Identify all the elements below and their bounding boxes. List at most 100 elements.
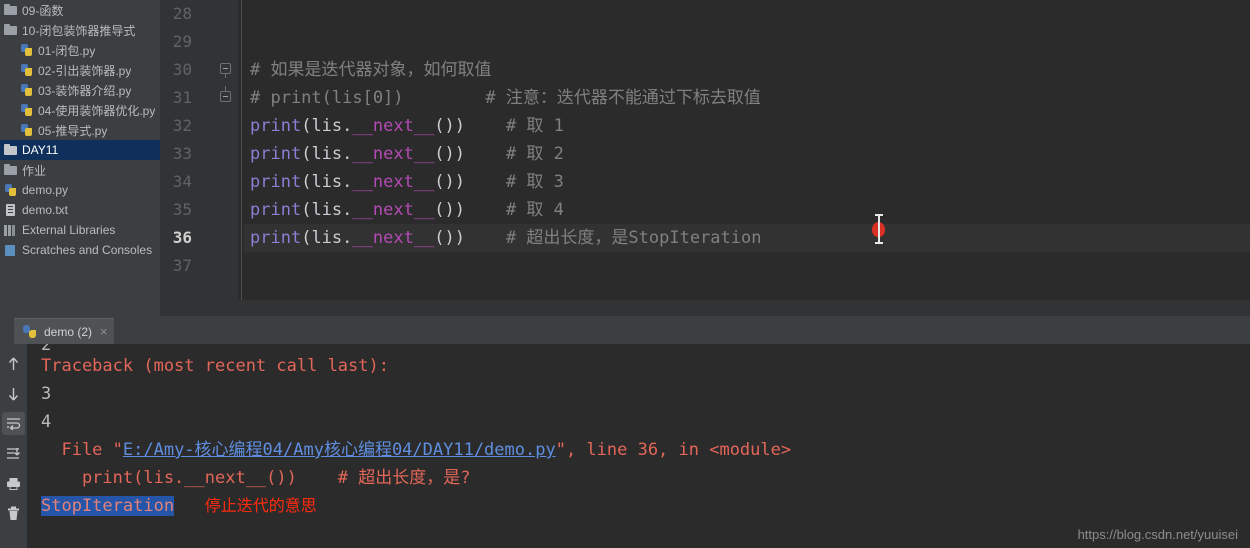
project-tree[interactable]: 09-函数 10-闭包装饰器推导式 01-闭包.py 02-引出装饰器.py 03-装饰… — [0, 0, 160, 260]
scroll-to-end-icon[interactable] — [2, 442, 25, 465]
code-token: __next__ — [352, 172, 435, 192]
code-line-30[interactable]: # 如果是迭代器对象，如何取值 — [244, 56, 1250, 84]
scratches-icon — [2, 242, 19, 258]
code-line-33[interactable]: print(lis.__next__()) # 取 2 — [244, 140, 1250, 168]
code-token: lis. — [311, 144, 353, 164]
code-line-32[interactable]: print(lis.__next__()) # 取 1 — [244, 112, 1250, 140]
code-text-area[interactable]: # 如果是迭代器对象，如何取值 # print(lis[0]) # 注意：迭代器不… — [244, 0, 1250, 300]
line-number-37: 37 — [172, 256, 192, 275]
line-number-34: 34 — [172, 172, 192, 191]
code-line-28[interactable] — [244, 0, 1250, 28]
code-token: ()) — [434, 116, 465, 136]
code-line-37[interactable] — [244, 252, 1250, 280]
code-token: lis. — [311, 200, 353, 220]
console-text: 停止迭代的意思 — [204, 496, 317, 515]
editor-gutter[interactable]: 28 29 30 31 32 33 34 35 36 37 — [160, 0, 238, 300]
console-clipped-value: 2 — [41, 344, 1250, 352]
code-token: # 如果是迭代器对象，如何取值 — [250, 60, 492, 80]
fold-start-icon[interactable] — [220, 63, 233, 78]
code-token: # 取 1 — [465, 116, 564, 136]
file-path-link[interactable]: E:/Amy-核心编程04/Amy核心编程04/DAY11/demo.py — [123, 440, 556, 460]
console-text: Traceback (most recent call last): — [41, 356, 389, 376]
down-arrow-icon[interactable] — [2, 382, 25, 405]
code-token: print — [250, 116, 302, 136]
console-text: StopIteration — [41, 496, 175, 516]
folder-icon — [2, 2, 19, 18]
console-lines: Traceback (most recent call last): 3 4 Fil… — [41, 352, 1250, 520]
code-token: __next__ — [352, 116, 435, 136]
line-number-36: 36 — [172, 228, 192, 247]
tree-item-2[interactable]: 01-闭包.py — [0, 40, 160, 60]
project-tree-sidebar[interactable]: 09-函数 10-闭包装饰器推导式 01-闭包.py 02-引出装饰器.py 03-装饰… — [0, 0, 160, 320]
code-token: ( — [301, 144, 312, 164]
python-file-icon — [18, 122, 35, 138]
folder-icon — [2, 142, 19, 158]
sidebar-bottom-strip — [0, 300, 160, 316]
line-number-28: 28 — [172, 4, 192, 23]
tree-item-label: 04-使用装饰器优化.py — [38, 103, 156, 118]
tree-item-7[interactable]: DAY11 — [0, 140, 160, 160]
tree-item-4[interactable]: 03-装饰器介绍.py — [0, 80, 160, 100]
tree-item-label: 05-推导式.py — [38, 123, 108, 138]
code-token: ( — [301, 200, 312, 220]
tree-item-11[interactable]: External Libraries — [0, 220, 160, 240]
tree-item-label: DAY11 — [22, 143, 59, 157]
traceback-file-line: File "E:/Amy-核心编程04/Amy核心编程04/DAY11/demo… — [41, 436, 1250, 464]
console-tab-label: demo (2) — [44, 324, 93, 339]
console-tab-bar[interactable]: demo (2) × — [0, 316, 1250, 344]
gutter-divider — [241, 0, 242, 300]
code-folding-column[interactable] — [218, 0, 238, 300]
code-line-36[interactable]: print(lis.__next__()) # 超出长度，是StopIterat… — [244, 224, 1250, 252]
tree-item-1[interactable]: 10-闭包装饰器推导式 — [0, 20, 160, 40]
console-clipped-line: 2 — [41, 344, 1250, 352]
tree-item-label: 09-函数 — [22, 3, 64, 18]
close-icon[interactable]: × — [100, 325, 108, 338]
console-text: 4 — [41, 412, 52, 432]
tree-item-label: demo.py — [22, 183, 69, 197]
code-token: lis. — [311, 116, 353, 136]
tree-item-label: 01-闭包.py — [38, 43, 96, 58]
tree-item-label: External Libraries — [22, 223, 116, 237]
tree-item-8[interactable]: 作业 — [0, 160, 160, 180]
run-console-panel[interactable]: demo (2) × 2 Traceback (most recent call… — [0, 316, 1250, 548]
print-icon[interactable] — [2, 472, 25, 495]
code-token: ()) — [434, 228, 465, 248]
console-tab-demo[interactable]: demo (2) × — [14, 318, 114, 344]
tree-item-3[interactable]: 02-引出装饰器.py — [0, 60, 160, 80]
code-line-29[interactable] — [244, 28, 1250, 56]
code-token: lis. — [311, 172, 353, 192]
code-line-31[interactable]: # print(lis[0]) # 注意：迭代器不能通过下标去取值 — [244, 84, 1250, 112]
code-line-35[interactable]: print(lis.__next__()) # 取 4 — [244, 196, 1250, 224]
tree-item-0[interactable]: 09-函数 — [0, 0, 160, 20]
code-token: print — [250, 200, 302, 220]
tree-item-label: 02-引出装饰器.py — [38, 63, 132, 78]
soft-wrap-icon[interactable] — [2, 412, 25, 435]
console-output[interactable]: 2 Traceback (most recent call last): 3 4 F… — [27, 344, 1250, 548]
python-file-icon — [22, 324, 38, 340]
fold-box-icon — [220, 63, 231, 74]
library-icon — [2, 222, 19, 238]
console-text: 3 — [41, 384, 52, 404]
tree-item-5[interactable]: 04-使用装饰器优化.py — [0, 100, 160, 120]
code-editor[interactable]: 28 29 30 31 32 33 34 35 36 37 # 如果是迭代器对象，如何取值 # pr… — [160, 0, 1250, 300]
traceback-header: Traceback (most recent call last): — [41, 352, 1250, 380]
tree-item-label: 作业 — [22, 163, 47, 178]
trash-icon[interactable] — [2, 502, 25, 525]
folder-icon — [2, 162, 19, 178]
fold-end-icon[interactable] — [220, 86, 233, 105]
code-line-34[interactable]: print(lis.__next__()) # 取 3 — [244, 168, 1250, 196]
tree-item-6[interactable]: 05-推导式.py — [0, 120, 160, 140]
line-number-30: 30 — [172, 60, 192, 79]
python-file-icon — [18, 102, 35, 118]
tree-item-10[interactable]: demo.txt — [0, 200, 160, 220]
code-token: # 超出长度，是StopIteration — [465, 228, 762, 248]
pycharm-window: 09-函数 10-闭包装饰器推导式 01-闭包.py 02-引出装饰器.py 03-装饰… — [0, 0, 1250, 548]
line-number-29: 29 — [172, 32, 192, 51]
code-token: print — [250, 228, 302, 248]
console-toolbar[interactable] — [0, 344, 27, 548]
code-token: __next__ — [352, 200, 435, 220]
tree-item-12[interactable]: Scratches and Consoles — [0, 240, 160, 260]
tree-item-9[interactable]: demo.py — [0, 180, 160, 200]
up-arrow-icon[interactable] — [2, 352, 25, 375]
code-token: ()) — [434, 144, 465, 164]
